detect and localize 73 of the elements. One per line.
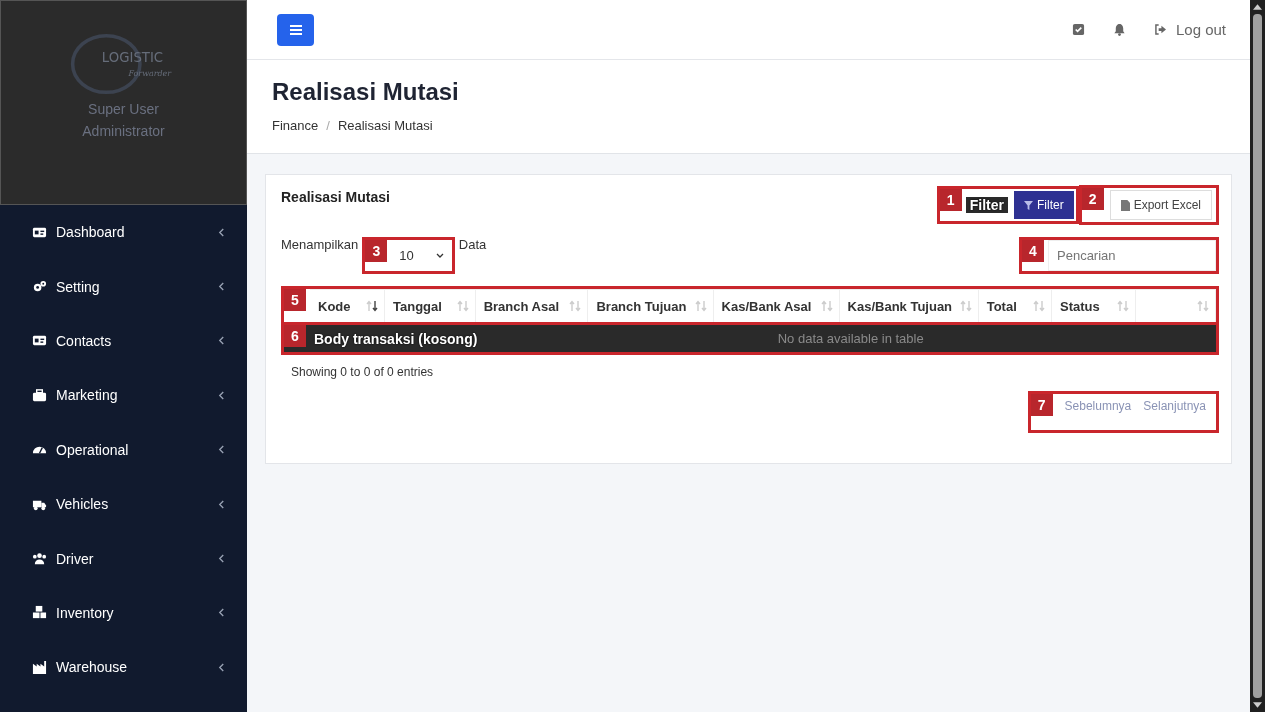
breadcrumb-item[interactable]: Finance <box>272 118 319 133</box>
length-label: Menampilkan <box>281 237 359 252</box>
breadcrumb-separator: / <box>326 118 330 133</box>
annotation-label: Filter <box>965 197 1008 213</box>
sidebar-item[interactable]: Dashboard <box>0 205 247 260</box>
logout-link[interactable]: Log out <box>1153 21 1226 38</box>
filter-button[interactable]: Filter <box>1013 191 1074 219</box>
chevron-icon <box>218 390 225 400</box>
export-button[interactable]: Export Excel <box>1109 190 1212 220</box>
column-header[interactable]: Branch Tujuan <box>588 290 714 322</box>
briefcase-icon <box>32 387 47 403</box>
column-header[interactable]: Status <box>1052 290 1137 322</box>
user-name: Super User <box>88 101 159 117</box>
column-header[interactable]: Tanggal <box>385 290 476 322</box>
column-label: Kode <box>318 298 351 314</box>
chevron-down-icon <box>435 253 444 258</box>
chevron-icon <box>218 554 225 564</box>
chevron-icon <box>218 662 225 672</box>
users-icon <box>32 551 47 567</box>
sidebar-item[interactable]: Vehicles <box>0 476 247 532</box>
column-header[interactable]: Total <box>978 290 1052 322</box>
column-label: Kas/Bank Tujuan <box>847 298 953 314</box>
file-icon <box>1120 199 1130 211</box>
column-header[interactable]: Kas/Bank Asal <box>713 290 840 322</box>
annotation-number: 5 <box>284 289 306 311</box>
chevron-icon <box>218 227 225 237</box>
column-label: Branch Tujuan <box>596 298 687 314</box>
sign-out-icon <box>1153 24 1167 35</box>
sidebar-item[interactable]: Warehouse <box>0 640 247 695</box>
annotation-number: 3 <box>365 240 388 262</box>
search-field[interactable]: Pencarian <box>1048 240 1216 271</box>
chevron-icon <box>218 282 225 292</box>
chevron-icon <box>218 608 225 618</box>
breadcrumb-item: Realisasi Mutasi <box>337 118 433 133</box>
column-label: Status <box>1060 298 1100 314</box>
column-label: Kas/Bank Asal <box>721 298 812 314</box>
sidebar-item[interactable]: Inventory <box>0 585 247 641</box>
factory-icon <box>32 659 47 675</box>
column-label: Tanggal <box>393 298 442 314</box>
card-title: Realisasi Mutasi <box>281 189 390 205</box>
sidebar-item[interactable]: Setting <box>0 259 247 314</box>
cubes-icon <box>32 605 47 621</box>
sidebar-item[interactable]: Contacts <box>0 313 247 369</box>
chevron-icon <box>218 445 225 455</box>
column-header[interactable]: Kas/Bank Tujuan <box>839 290 979 322</box>
sidebar-item[interactable]: Driver <box>0 531 247 586</box>
annotation-number: 4 <box>1022 240 1044 262</box>
column-header[interactable]: Branch Asal <box>475 290 589 322</box>
table-info: Showing 0 to 0 of 0 entries <box>291 365 435 379</box>
scrollbar[interactable] <box>1250 0 1265 712</box>
column-header[interactable]: Kode <box>310 290 385 322</box>
user-role: Administrator <box>82 123 165 139</box>
sidebar-item[interactable]: Operational <box>0 422 247 477</box>
scrollbar-thumb[interactable] <box>1253 14 1262 698</box>
column-label: Branch Asal <box>483 298 559 314</box>
empty-table-message: No data available in table <box>776 330 925 348</box>
sidebar-item[interactable]: Marketing <box>0 368 247 423</box>
annotation-number: 1 <box>939 189 962 211</box>
column-label: Total <box>986 298 1017 314</box>
annotation-number: 6 <box>284 325 306 347</box>
length-label: Data <box>458 237 487 252</box>
menu-button[interactable] <box>277 13 314 46</box>
page-title: Realisasi Mutasi <box>272 78 460 106</box>
scroll-down-icon[interactable] <box>1253 702 1262 708</box>
annotation-number: 7 <box>1030 394 1053 416</box>
menu-icon <box>289 24 302 35</box>
checkbox-icon[interactable] <box>1071 23 1085 36</box>
annotation-number: 2 <box>1081 188 1104 210</box>
chevron-icon <box>218 336 225 346</box>
bell-icon[interactable] <box>1112 23 1126 36</box>
scroll-up-icon[interactable] <box>1253 4 1262 10</box>
chevron-icon <box>218 499 225 509</box>
filter-icon <box>1023 200 1033 210</box>
